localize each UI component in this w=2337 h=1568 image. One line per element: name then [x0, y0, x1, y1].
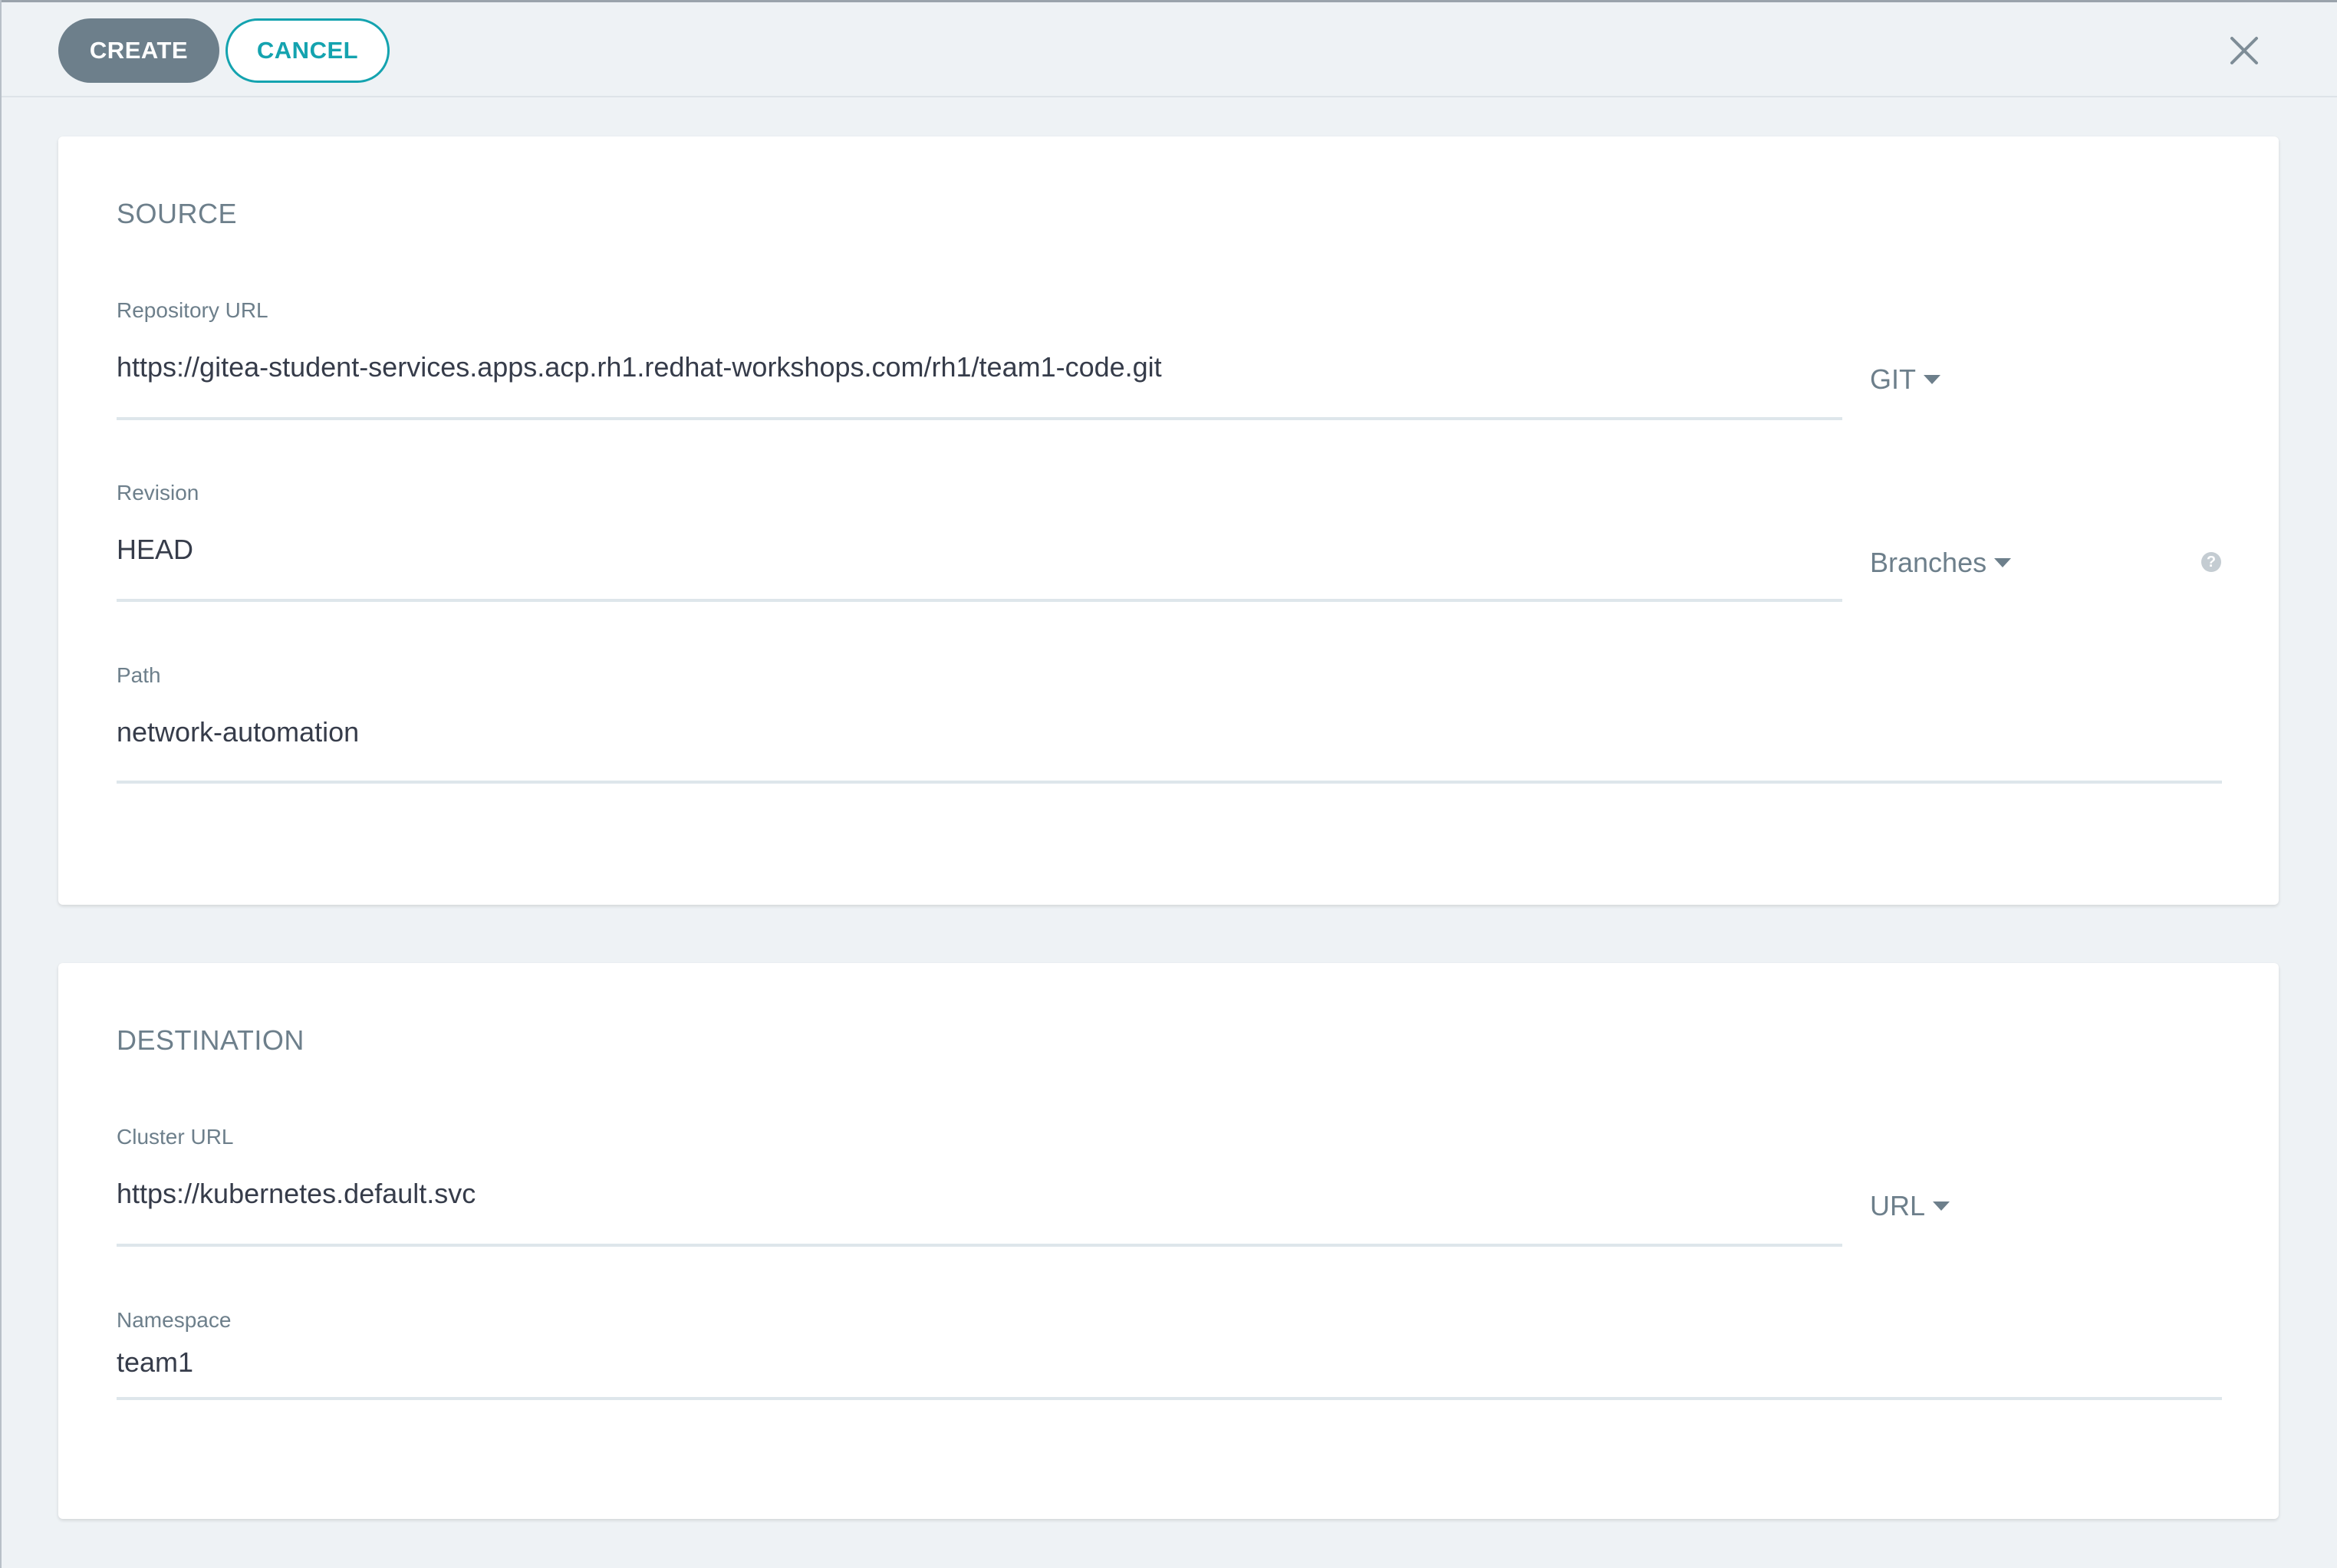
namespace-underline — [117, 1397, 2222, 1400]
create-button[interactable]: CREATE — [58, 18, 219, 83]
namespace-input[interactable]: team1 — [117, 1346, 193, 1379]
revision-input[interactable]: HEAD — [117, 534, 193, 566]
path-underline — [117, 781, 2222, 784]
repository-url-label: Repository URL — [117, 298, 268, 322]
repository-type-label: GIT — [1870, 363, 1916, 395]
caret-down-icon — [1924, 375, 1940, 384]
revision-label: Revision — [117, 481, 199, 505]
repository-url-underline — [117, 417, 1842, 420]
namespace-label: Namespace — [117, 1308, 232, 1332]
help-icon[interactable]: ? — [2201, 552, 2221, 572]
repository-type-select[interactable]: GIT — [1870, 363, 1940, 396]
path-input[interactable]: network-automation — [117, 716, 359, 748]
cluster-type-label: URL — [1870, 1190, 1926, 1221]
revision-type-select[interactable]: Branches — [1870, 547, 2012, 579]
caret-down-icon — [1994, 558, 2012, 567]
window-left-border — [0, 0, 2, 1568]
cluster-type-select[interactable]: URL — [1870, 1190, 1950, 1222]
destination-section-title: DESTINATION — [117, 1024, 304, 1056]
cancel-button[interactable]: CANCEL — [225, 18, 390, 83]
revision-underline — [117, 599, 1842, 602]
repository-url-input[interactable]: https://gitea-student-services.apps.acp.… — [117, 351, 1162, 383]
caret-down-icon — [1933, 1201, 1950, 1211]
source-panel: SOURCE Repository URL https://gitea-stud… — [58, 136, 2279, 905]
close-icon[interactable] — [2227, 34, 2261, 67]
cluster-url-input[interactable]: https://kubernetes.default.svc — [117, 1178, 476, 1210]
source-section-title: SOURCE — [117, 198, 238, 229]
toolbar: CREATE CANCEL — [2, 2, 2337, 97]
path-label: Path — [117, 663, 161, 687]
revision-type-label: Branches — [1870, 547, 1987, 578]
cluster-url-label: Cluster URL — [117, 1125, 234, 1149]
destination-panel: DESTINATION Cluster URL https://kubernet… — [58, 963, 2279, 1519]
cluster-url-underline — [117, 1244, 1842, 1247]
